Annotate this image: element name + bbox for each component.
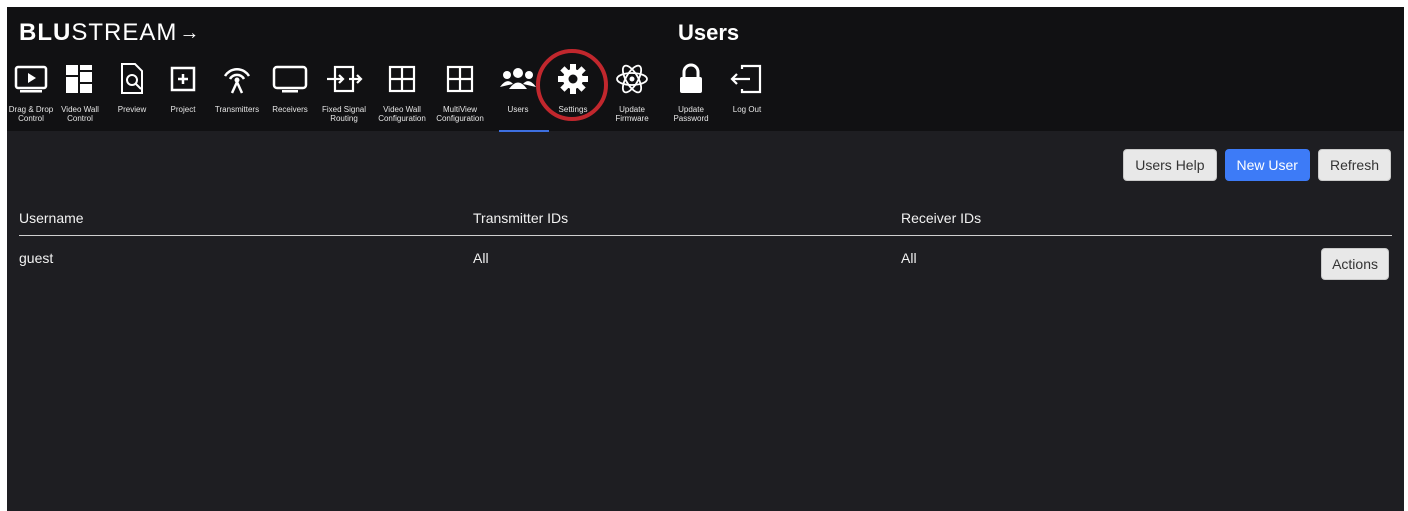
nav-label: Project: [170, 105, 196, 114]
cell-receiver-ids: All: [901, 250, 917, 266]
users-table: Username Transmitter IDs Receiver IDs gu…: [19, 201, 1392, 294]
app-frame: BLU STREAM → Users Drag & Drop Control Vid…: [7, 7, 1404, 511]
new-user-button[interactable]: New User: [1224, 149, 1310, 181]
nav-item-receivers[interactable]: Receivers: [267, 59, 313, 131]
nav-label: Settings: [558, 105, 588, 114]
atom-icon: [609, 59, 655, 99]
video-wall-grid-icon: [57, 59, 103, 99]
nav-item-project[interactable]: Project: [160, 59, 206, 131]
users-group-icon: [495, 59, 541, 99]
header-username: Username: [19, 210, 84, 226]
grid-multiview-icon: [437, 59, 483, 99]
page-title: Users: [678, 20, 740, 45]
tv-icon: [267, 59, 313, 99]
nav-label: Video Wall Control: [61, 105, 99, 123]
plus-box-icon: [160, 59, 206, 99]
nav-label: Video Wall Configuration: [378, 105, 426, 123]
refresh-button[interactable]: Refresh: [1317, 149, 1391, 181]
logout-icon: [724, 59, 770, 99]
main-nav: Drag & Drop Control Video Wall Control P…: [7, 59, 770, 132]
nav-item-preview[interactable]: Preview: [109, 59, 155, 131]
lock-icon: [668, 59, 714, 99]
grid-4-icon: [379, 59, 425, 99]
nav-label: Users: [507, 105, 529, 114]
table-row: guest All All Actions: [19, 236, 1392, 294]
nav-item-transmitters[interactable]: Transmitters: [214, 59, 260, 131]
nav-item-settings[interactable]: Settings: [550, 59, 596, 131]
nav-item-users[interactable]: Users: [495, 59, 549, 132]
nav-item-multiview-configuration[interactable]: MultiView Configuration: [436, 59, 484, 131]
toolbar: Users Help New User Refresh: [1123, 149, 1391, 181]
actions-button[interactable]: Actions: [1321, 248, 1389, 280]
monitor-play-icon: [8, 59, 54, 99]
nav-label: Preview: [117, 105, 147, 114]
top-bar: BLU STREAM → Users Drag & Drop Control Vid…: [7, 7, 1404, 132]
nav-label: Update Firmware: [615, 105, 649, 123]
header-receiver-ids: Receiver IDs: [901, 210, 982, 226]
cell-username: guest: [19, 250, 54, 266]
gear-icon: [550, 59, 596, 99]
nav-item-drag-drop[interactable]: Drag & Drop Control: [8, 59, 54, 131]
nav-label: Receivers: [272, 105, 308, 114]
nav-label: Transmitters: [214, 105, 260, 114]
table-header: Username Transmitter IDs Receiver IDs: [19, 201, 1392, 236]
nav-item-update-firmware[interactable]: Update Firmware: [609, 59, 655, 131]
nav-label: MultiView Configuration: [436, 105, 484, 123]
nav-item-video-wall-control[interactable]: Video Wall Control: [57, 59, 103, 131]
logo-arrow: →: [179, 21, 201, 44]
nav-item-log-out[interactable]: Log Out: [724, 59, 770, 131]
header-transmitter-ids: Transmitter IDs: [473, 210, 569, 226]
document-search-icon: [109, 59, 155, 99]
active-tab-indicator: [499, 130, 549, 132]
nav-item-update-password[interactable]: Update Password: [668, 59, 714, 131]
cell-transmitter-ids: All: [473, 250, 489, 266]
users-help-button[interactable]: Users Help: [1123, 149, 1217, 181]
routing-arrows-icon: [321, 59, 367, 99]
antenna-icon: [214, 59, 260, 99]
nav-label: Drag & Drop Control: [8, 105, 54, 123]
logo-rest-text: STREAM: [71, 19, 178, 46]
nav-item-fixed-signal-routing[interactable]: Fixed Signal Routing: [321, 59, 367, 131]
nav-label: Update Password: [673, 105, 709, 123]
blustream-logo: BLU STREAM →: [19, 19, 200, 47]
nav-label: Fixed Signal Routing: [321, 105, 367, 123]
nav-item-video-wall-configuration[interactable]: Video Wall Configuration: [378, 59, 426, 131]
nav-label: Log Out: [732, 105, 762, 114]
logo-bold-text: BLU: [19, 19, 72, 46]
